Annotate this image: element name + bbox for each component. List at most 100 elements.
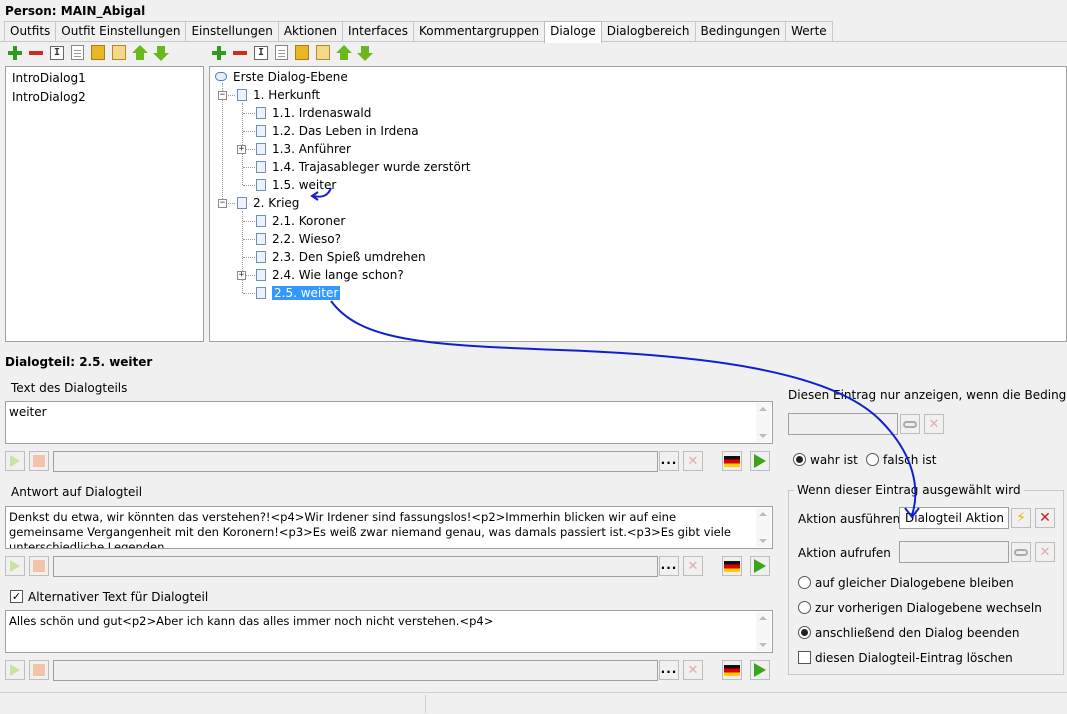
action-call-field[interactable]	[899, 541, 1009, 563]
collapse-toggle[interactable]: −	[218, 91, 227, 100]
language-flag-button[interactable]	[722, 556, 742, 576]
document-icon	[237, 197, 247, 209]
tree-node[interactable]: 2.1. Koroner	[256, 212, 345, 230]
collapse-toggle[interactable]: −	[218, 199, 227, 208]
tree-node-selected[interactable]: 2.5. weiter	[256, 284, 341, 302]
tree-root[interactable]: Erste Dialog-Ebene	[215, 68, 348, 86]
copy-icon[interactable]	[295, 45, 309, 60]
stop-disabled-button	[29, 660, 49, 680]
close-icon: ✕	[928, 417, 940, 432]
play-icon	[10, 665, 20, 679]
browse-button[interactable]: ...	[659, 660, 679, 680]
tree-node[interactable]: 1.1. Irdenaswald	[256, 104, 371, 122]
tree-node[interactable]: 2.4. Wie lange schon?	[256, 266, 404, 284]
scrollbar[interactable]	[756, 508, 771, 547]
stay-level-radio[interactable]	[798, 576, 811, 589]
paste-icon[interactable]	[316, 45, 330, 60]
language-flag-button[interactable]	[722, 451, 742, 471]
move-up-icon[interactable]	[131, 44, 149, 62]
tab-bedingungen[interactable]: Bedingungen	[694, 21, 787, 42]
condition-field[interactable]	[788, 413, 898, 435]
tab-outfits[interactable]: Outfits	[4, 21, 57, 42]
action-clear-button[interactable]: ✕	[1035, 508, 1055, 528]
stop-disabled-button	[29, 451, 49, 471]
remove-icon[interactable]	[27, 44, 45, 62]
expand-toggle[interactable]: +	[237, 145, 246, 154]
audio-file-field[interactable]	[53, 556, 658, 577]
new-document-icon[interactable]	[71, 45, 84, 60]
tree-node[interactable]: 2.3. Den Spieß umdrehen	[256, 248, 426, 266]
dialog-list-toolbar: I	[6, 44, 170, 62]
close-icon: ✕	[1039, 510, 1051, 526]
action-exec-field[interactable]: Dialogteil Aktion	[899, 507, 1009, 529]
text-input[interactable]: weiter	[5, 401, 773, 444]
tab-bar: Outfits Outfit Einstellungen Einstellung…	[4, 21, 833, 43]
tab-kommentargruppen[interactable]: Kommentargruppen	[412, 21, 546, 42]
german-flag-icon	[724, 561, 740, 572]
document-icon	[256, 161, 266, 173]
delete-entry-checkbox[interactable]	[798, 651, 811, 664]
new-document-icon[interactable]	[275, 45, 288, 60]
tab-dialogbereich[interactable]: Dialogbereich	[600, 21, 696, 42]
tree-node[interactable]: 1. Herkunft	[237, 86, 320, 104]
action-exec-label: Aktion ausführen	[798, 512, 901, 526]
play-icon	[10, 456, 20, 470]
add-icon[interactable]	[6, 44, 24, 62]
play-button[interactable]	[750, 556, 770, 576]
scrollbar[interactable]	[756, 403, 771, 442]
alt-text-input[interactable]: Alles schön und gut<p2>Aber ich kann das…	[5, 610, 773, 653]
tree-toolbar: I	[210, 44, 374, 62]
add-icon[interactable]	[210, 44, 228, 62]
condition-true-radio[interactable]	[793, 453, 806, 466]
previous-level-radio[interactable]	[798, 601, 811, 614]
remove-icon[interactable]	[231, 44, 249, 62]
document-icon	[256, 287, 266, 299]
move-down-icon[interactable]	[152, 44, 170, 62]
play-button[interactable]	[750, 660, 770, 680]
action-edit-button[interactable]: ⚡	[1011, 508, 1031, 528]
tree-node[interactable]: 1.4. Trajasableger wurde zerstört	[256, 158, 470, 176]
audio-file-field[interactable]	[53, 451, 658, 472]
german-flag-icon	[724, 665, 740, 676]
document-icon	[256, 269, 266, 281]
browse-button[interactable]: ...	[659, 556, 679, 576]
tree-node[interactable]: 1.3. Anführer	[256, 140, 351, 158]
list-item[interactable]: IntroDialog2	[6, 88, 203, 107]
tree-node[interactable]: 1.2. Das Leben in Irdena	[256, 122, 419, 140]
end-dialog-label: anschließend den Dialog beenden	[815, 626, 1020, 640]
rename-icon[interactable]: I	[254, 46, 268, 60]
browse-button[interactable]: ...	[659, 451, 679, 471]
tree-node[interactable]: 2. Krieg	[237, 194, 299, 212]
move-down-icon[interactable]	[356, 44, 374, 62]
condition-false-label: falsch ist	[883, 453, 937, 467]
action-call-label: Aktion aufrufen	[798, 546, 891, 560]
tab-outfit-einstellungen[interactable]: Outfit Einstellungen	[55, 21, 187, 42]
tree-node[interactable]: 2.2. Wieso?	[256, 230, 341, 248]
alt-text-checkbox[interactable]: ✓	[10, 590, 23, 603]
play-button[interactable]	[750, 451, 770, 471]
tab-aktionen[interactable]: Aktionen	[277, 21, 343, 42]
tab-einstellungen[interactable]: Einstellungen	[185, 21, 279, 42]
stop-icon	[33, 665, 45, 679]
paste-icon[interactable]	[112, 45, 126, 60]
expand-toggle[interactable]: +	[237, 271, 246, 280]
rename-icon[interactable]: I	[50, 46, 64, 60]
stop-icon	[33, 561, 45, 575]
play-disabled-button	[5, 660, 25, 680]
tree-node[interactable]: 1.5. weiter	[256, 176, 336, 194]
language-flag-button[interactable]	[722, 660, 742, 680]
tab-werte[interactable]: Werte	[785, 21, 833, 42]
condition-false-radio[interactable]	[866, 453, 879, 466]
status-bar	[0, 692, 1067, 714]
link-disabled-button	[1011, 542, 1031, 562]
move-up-icon[interactable]	[335, 44, 353, 62]
list-item[interactable]: IntroDialog1	[6, 69, 203, 88]
tab-interfaces[interactable]: Interfaces	[341, 21, 414, 42]
document-icon	[256, 125, 266, 137]
answer-input[interactable]: Denkst du etwa, wir könnten das verstehe…	[5, 506, 773, 549]
audio-file-field[interactable]	[53, 660, 658, 681]
end-dialog-radio[interactable]	[798, 626, 811, 639]
copy-icon[interactable]	[91, 45, 105, 60]
tab-dialoge[interactable]: Dialoge	[544, 21, 602, 43]
scrollbar[interactable]	[756, 612, 771, 651]
